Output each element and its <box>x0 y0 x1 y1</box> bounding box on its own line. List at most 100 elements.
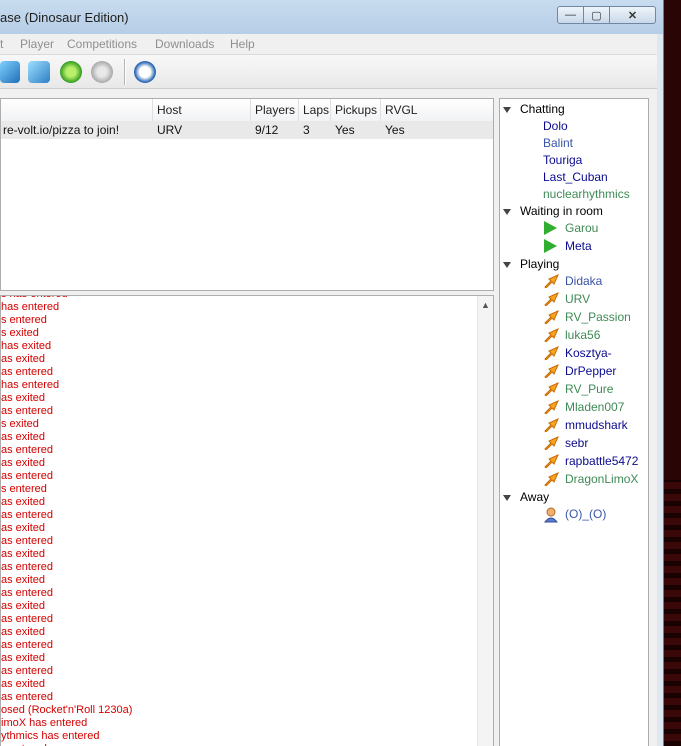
away-user-icon <box>543 507 559 523</box>
user-list-item[interactable]: RV_Pure <box>565 381 613 397</box>
user-group-header[interactable]: Away <box>503 489 549 505</box>
collapse-triangle-icon[interactable] <box>503 261 511 268</box>
user-list-item[interactable]: sebr <box>565 435 588 451</box>
racing-icon <box>544 310 559 325</box>
chat-log-scrollbar[interactable]: ▲ <box>477 296 493 746</box>
log-line: as entered <box>1 509 53 521</box>
toolbar-separator <box>124 59 126 85</box>
log-line: as exited <box>1 600 46 612</box>
user-group-header[interactable]: Waiting in room <box>503 203 603 219</box>
log-line: as entered <box>1 587 53 599</box>
log-line: as exited <box>1 574 46 586</box>
column-name[interactable] <box>1 99 153 121</box>
log-line: has entered <box>1 379 60 391</box>
user-list-item[interactable]: Touriga <box>543 152 582 168</box>
close-icon: ✕ <box>627 9 638 22</box>
chat-log-lines: s has enteredhas entereds entereds exite… <box>1 296 477 746</box>
speedometer-icon[interactable] <box>134 61 156 83</box>
collapse-triangle-icon[interactable] <box>503 208 511 215</box>
user-list-item[interactable]: Garou <box>565 220 598 236</box>
user-group-label: Waiting in room <box>520 204 603 218</box>
play-icon <box>544 221 558 235</box>
log-line: as exited <box>1 431 46 443</box>
user-list-item[interactable]: DrPepper <box>565 363 616 379</box>
log-line: has exited <box>1 340 52 352</box>
log-line: has entered <box>1 301 60 313</box>
maximize-button[interactable]: ▢ <box>584 6 610 24</box>
racing-icon <box>544 454 559 469</box>
log-line: as exited <box>1 548 46 560</box>
window-controls: — ▢ ✕ <box>557 6 656 24</box>
user-list-item[interactable]: Last_Cuban <box>543 169 608 185</box>
racing-icon <box>544 472 559 487</box>
column-players[interactable]: Players <box>251 99 299 121</box>
log-line: s exited <box>1 418 39 430</box>
user-list-item[interactable]: URV <box>565 291 590 307</box>
user-list-item[interactable]: Dolo <box>543 118 568 134</box>
log-line: imoX has entered <box>1 717 88 729</box>
cell-pickups: Yes <box>335 123 355 137</box>
user-group-label: Away <box>520 490 550 504</box>
racing-icon <box>544 436 559 451</box>
maximize-icon: ▢ <box>591 9 602 22</box>
table-row[interactable]: re-volt.io/pizza to join! URV 9/12 3 Yes… <box>1 121 493 139</box>
log-line: as entered <box>1 561 53 573</box>
racing-icon <box>544 418 559 433</box>
log-line: as entered <box>1 405 53 417</box>
user-group-label: Chatting <box>520 102 565 116</box>
log-line: as exited <box>1 392 46 404</box>
log-line: as entered <box>1 665 53 677</box>
log-line: as exited <box>1 496 46 508</box>
disconnect-icon[interactable] <box>91 61 113 83</box>
cell-rvgl: Yes <box>385 123 405 137</box>
collapse-triangle-icon[interactable] <box>503 106 511 113</box>
racing-icon <box>544 292 559 307</box>
user-list-item[interactable]: nuclearhythmics <box>543 186 630 202</box>
cell-name: re-volt.io/pizza to join! <box>3 123 120 137</box>
log-line: as entered <box>1 691 53 703</box>
log-line: as entered <box>1 639 53 651</box>
minimize-button[interactable]: — <box>557 6 584 24</box>
log-line: ythmics has entered <box>1 730 100 742</box>
log-line: as entered <box>1 613 53 625</box>
user-list-item[interactable]: luka56 <box>565 327 600 343</box>
server-tree-icon[interactable] <box>28 61 50 83</box>
column-host[interactable]: Host <box>153 99 251 121</box>
log-line: as exited <box>1 522 46 534</box>
user-list-item[interactable]: RV_Passion <box>565 309 631 325</box>
racing-icon <box>544 346 559 361</box>
user-list-item[interactable]: (O)_(O) <box>565 506 606 522</box>
column-laps[interactable]: Laps <box>299 99 331 121</box>
user-list-item[interactable]: DragonLimoX <box>565 471 638 487</box>
log-line: as exited <box>1 457 46 469</box>
user-list-item[interactable]: Balint <box>543 135 573 151</box>
menu-item-competitions[interactable]: Competitions <box>67 37 137 51</box>
user-list-item[interactable]: Meta <box>565 238 592 254</box>
cell-host: URV <box>157 123 183 137</box>
server-icon[interactable] <box>0 61 20 83</box>
user-list-item[interactable]: Kosztya- <box>565 345 612 361</box>
user-list-item[interactable]: rapbattle5472 <box>565 453 638 469</box>
log-line: as entered <box>1 444 53 456</box>
user-list-item[interactable]: Didaka <box>565 273 602 289</box>
menu-item-downloads[interactable]: Downloads <box>155 37 214 51</box>
refresh-icon[interactable] <box>60 61 82 83</box>
user-list-item[interactable]: Mladen007 <box>565 399 624 415</box>
close-button[interactable]: ✕ <box>610 6 656 24</box>
user-group-header[interactable]: Chatting <box>503 101 565 117</box>
title-bar[interactable]: ase (Dinosaur Edition) — ▢ ✕ <box>0 0 663 34</box>
menu-item-player[interactable]: Player <box>20 37 54 51</box>
column-pickups[interactable]: Pickups <box>331 99 381 121</box>
log-line: as exited <box>1 678 46 690</box>
desktop-edge-pattern <box>664 480 681 746</box>
menu-item-help[interactable]: Help <box>230 37 255 51</box>
menu-item-edit[interactable]: t <box>0 37 3 51</box>
user-group-header[interactable]: Playing <box>503 256 559 272</box>
column-rvgl[interactable]: RVGL <box>381 99 493 121</box>
log-line: s exited <box>1 327 39 339</box>
racing-icon <box>544 274 559 289</box>
scroll-up-arrow-icon[interactable]: ▲ <box>481 300 490 310</box>
user-list-item[interactable]: mmudshark <box>565 417 628 433</box>
chat-log[interactable]: s has enteredhas entereds entereds exite… <box>0 295 494 746</box>
collapse-triangle-icon[interactable] <box>503 494 511 501</box>
